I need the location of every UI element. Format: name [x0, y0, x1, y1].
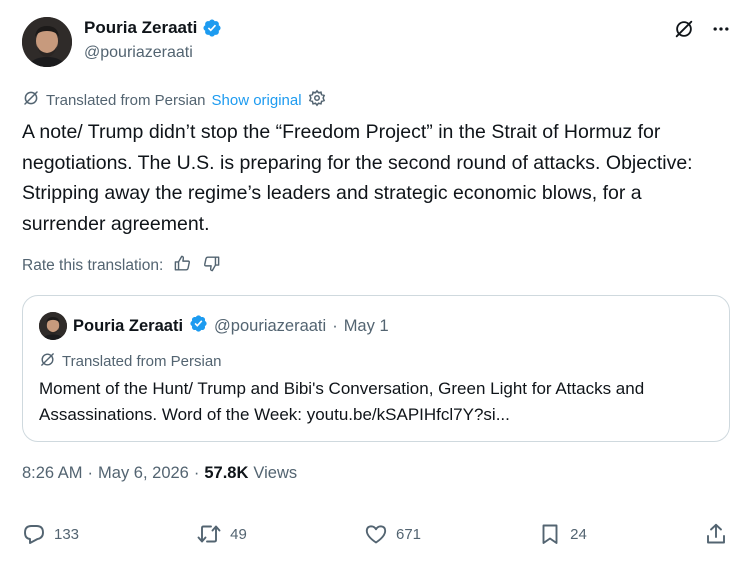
reply-count: 133	[54, 525, 80, 543]
grok-icon[interactable]	[673, 18, 695, 40]
tweet-date[interactable]: May 6, 2026	[98, 464, 189, 483]
views-count[interactable]: 57.8K	[204, 464, 248, 483]
quoted-tweet-text: Moment of the Hunt/ Trump and Bibi's Con…	[39, 379, 645, 424]
share-icon	[704, 522, 728, 546]
header-actions	[673, 18, 731, 40]
translated-label: Translated from Persian	[46, 91, 206, 109]
views-label: Views	[253, 464, 298, 482]
reply-icon	[22, 522, 46, 546]
tweet-meta: 8:26 AM · May 6, 2026 · 57.8K Views	[22, 464, 297, 483]
rate-translation: Rate this translation:	[22, 254, 221, 278]
quoted-translation-notice: Translated from Persian	[39, 351, 222, 372]
thumbs-down-icon[interactable]	[202, 254, 221, 278]
like-count: 671	[396, 525, 422, 543]
repost-count: 49	[230, 525, 247, 543]
translation-settings-icon[interactable]	[308, 89, 326, 111]
bookmark-icon	[538, 522, 562, 546]
translation-notice: Translated from Persian Show original	[22, 89, 326, 111]
quoted-translate-icon	[39, 351, 56, 372]
repost-button[interactable]: 49	[196, 522, 247, 546]
quoted-date[interactable]: May 1	[344, 317, 389, 336]
translate-icon	[22, 89, 40, 111]
quoted-author-name[interactable]: Pouria Zeraati	[73, 317, 183, 336]
meta-separator: ·	[193, 464, 200, 482]
reply-button[interactable]: 133	[22, 522, 79, 546]
share-button[interactable]	[704, 522, 728, 546]
author-handle[interactable]: @pouriazeraati	[84, 44, 193, 62]
meta-separator: ·	[87, 464, 94, 482]
action-bar: 133 49 671 24	[22, 522, 728, 546]
quoted-verified-badge-icon	[189, 314, 208, 338]
quoted-translated-label: Translated from Persian	[62, 353, 222, 370]
tweet-text: A note/ Trump didn’t stop the “Freedom P…	[22, 121, 693, 235]
quoted-author-handle[interactable]: @pouriazeraati	[214, 317, 326, 336]
more-options-icon[interactable]	[711, 19, 731, 39]
like-button[interactable]: 671	[364, 522, 421, 546]
author-avatar[interactable]	[22, 17, 72, 67]
thumbs-up-icon[interactable]	[173, 254, 192, 278]
repost-icon	[196, 522, 222, 546]
tweet-time[interactable]: 8:26 AM	[22, 464, 83, 483]
bookmark-button[interactable]: 24	[538, 522, 587, 546]
bookmark-count: 24	[570, 525, 587, 543]
quoted-tweet[interactable]: Pouria Zeraati @pouriazeraati · May 1 Tr…	[22, 295, 730, 442]
rate-label: Rate this translation:	[22, 257, 164, 274]
author-name[interactable]: Pouria Zeraati	[84, 18, 197, 38]
quoted-separator: ·	[332, 316, 338, 335]
verified-badge-icon	[202, 18, 222, 38]
quoted-tweet-header: Pouria Zeraati @pouriazeraati · May 1	[39, 312, 389, 340]
show-original-link[interactable]: Show original	[212, 92, 302, 109]
quoted-author-avatar[interactable]	[39, 312, 67, 340]
heart-icon	[364, 522, 388, 546]
author-name-row[interactable]: Pouria Zeraati	[84, 18, 222, 38]
